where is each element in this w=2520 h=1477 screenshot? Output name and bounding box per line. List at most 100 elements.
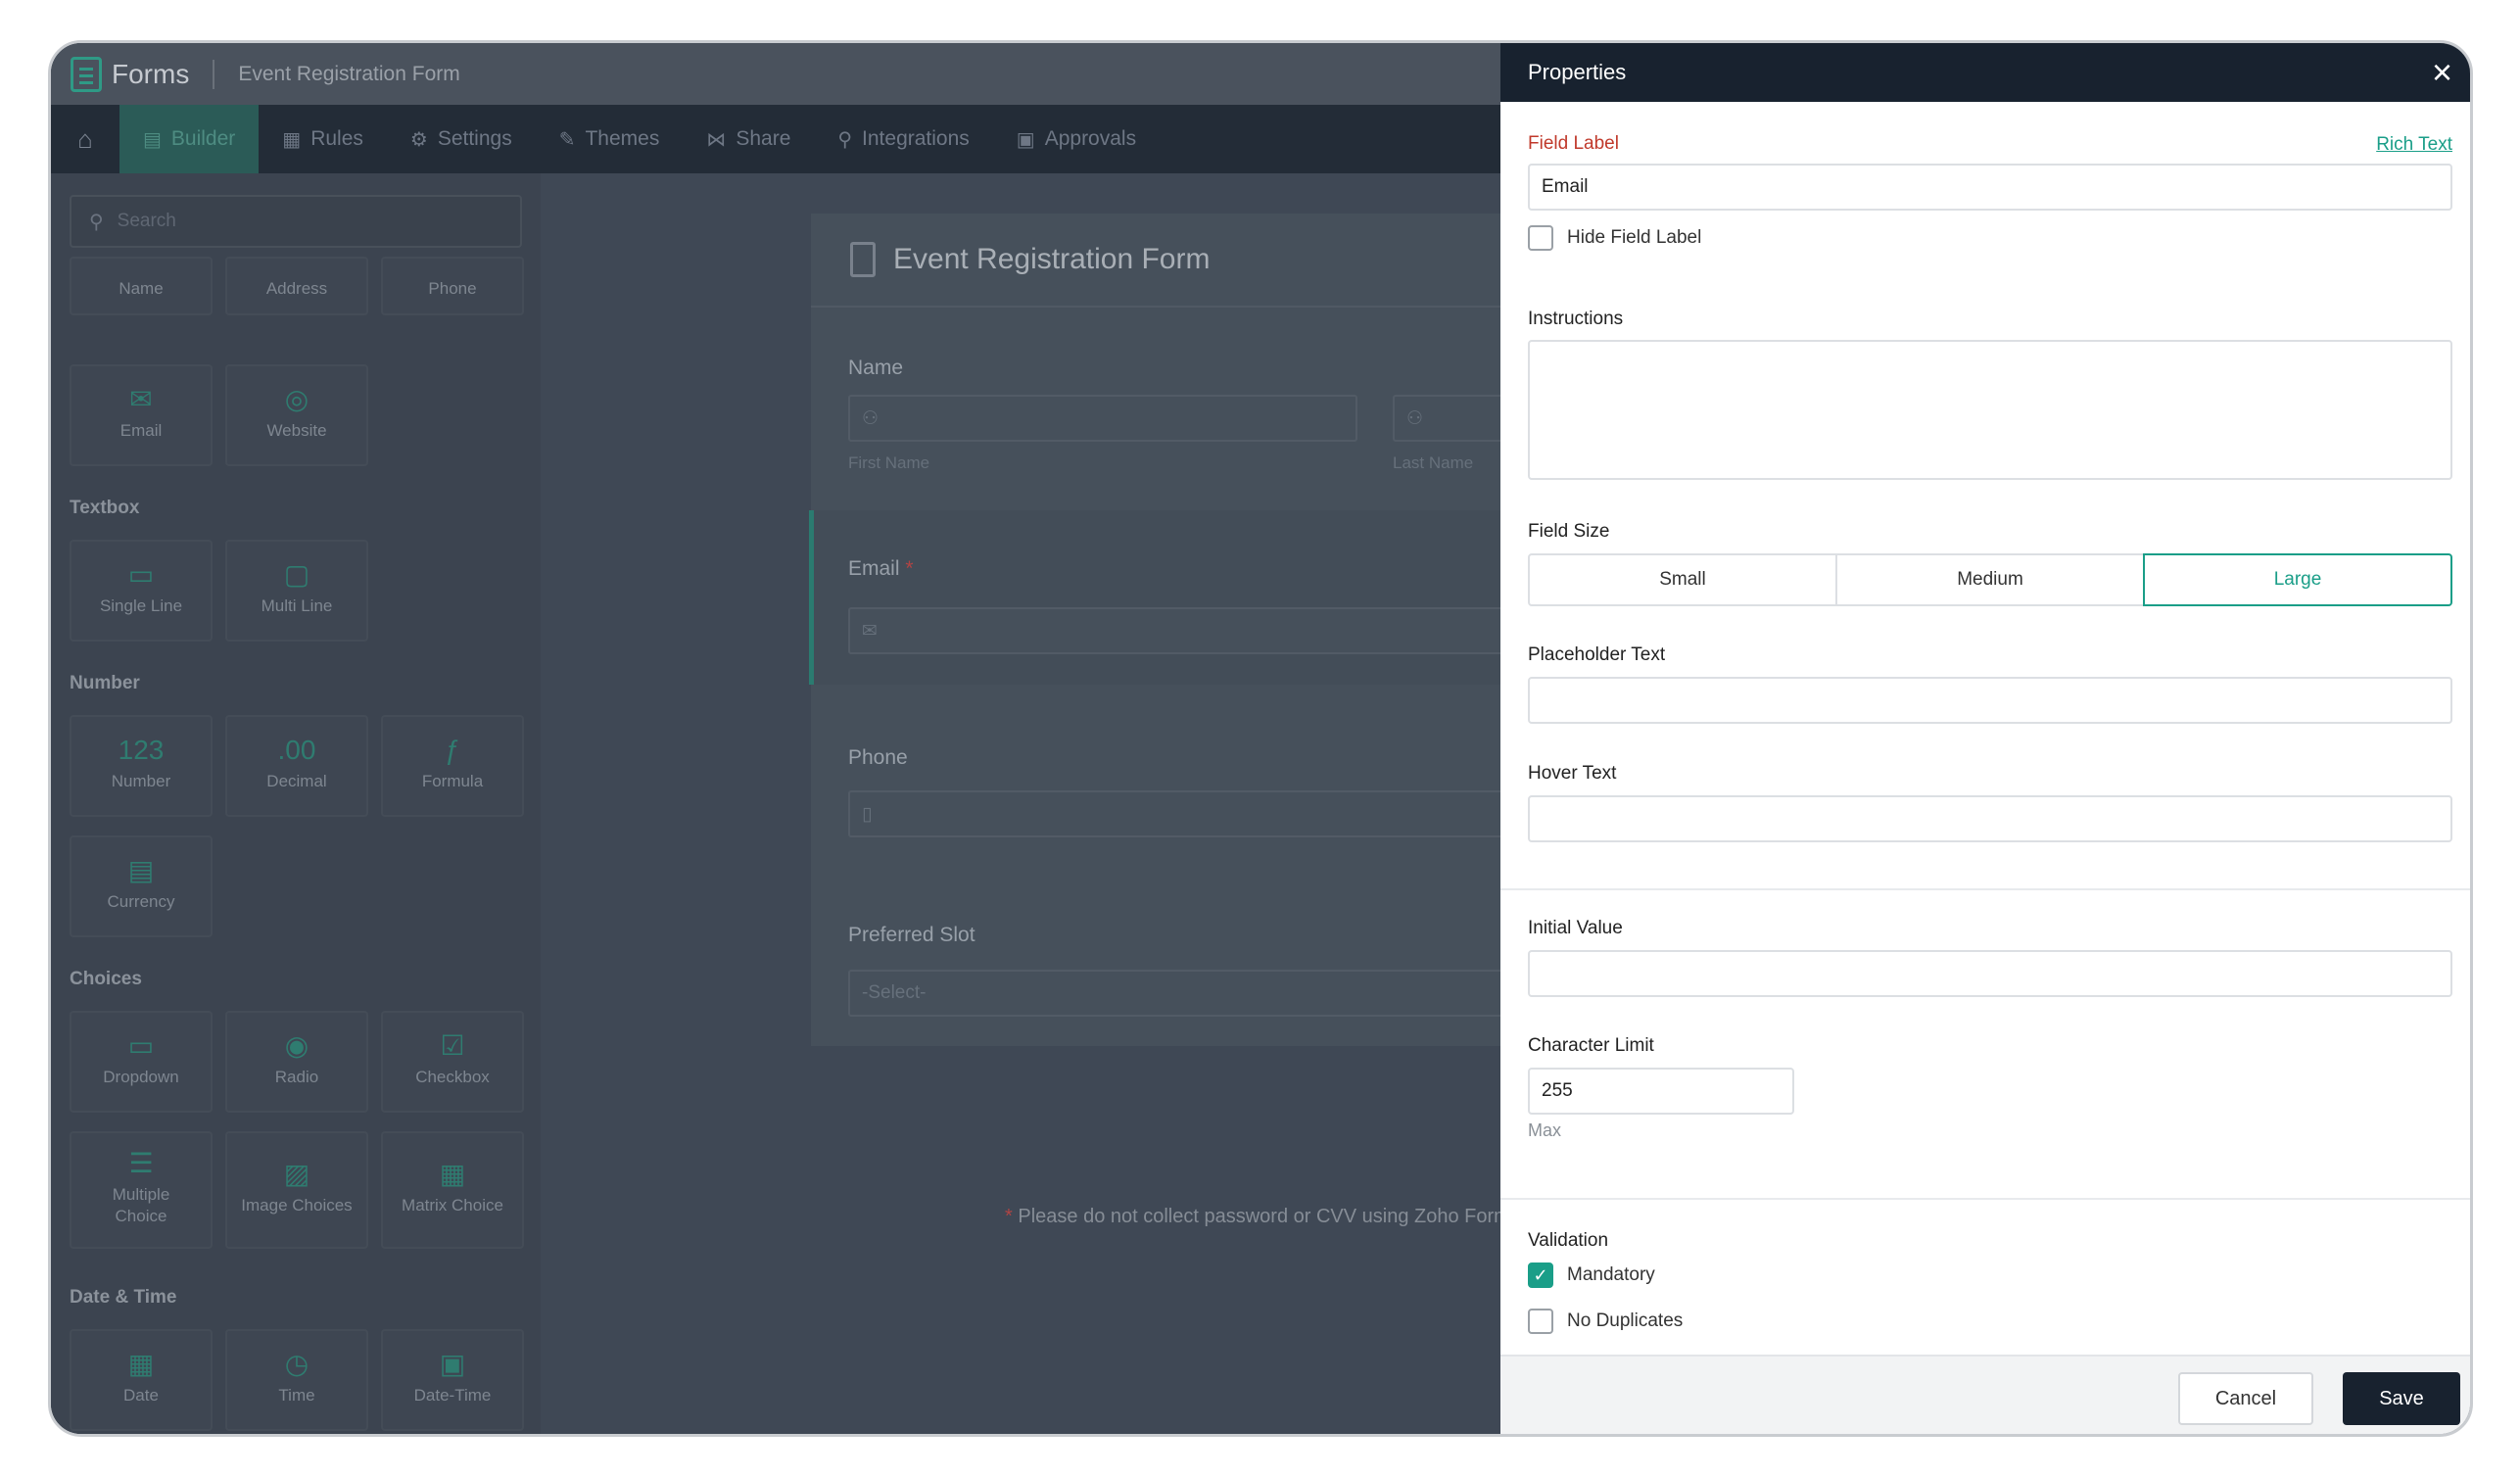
rules-icon: ▦ <box>282 128 302 151</box>
form-canvas: Event Registration Form Name ⚇ First Nam… <box>541 173 1593 1434</box>
tile-website[interactable]: ◎ Website <box>225 364 368 466</box>
calendar-icon: ▦ <box>127 1349 155 1379</box>
hover-text-heading: Hover Text <box>1528 763 1617 784</box>
hide-field-label-row[interactable]: Hide Field Label <box>1528 225 1701 251</box>
hide-field-label-text: Hide Field Label <box>1567 227 1702 248</box>
instructions-textarea[interactable] <box>1528 340 2452 480</box>
section-number: Number <box>70 673 140 693</box>
validation-heading: Validation <box>1528 1230 1609 1251</box>
phone-input[interactable]: ▯ <box>848 790 1593 837</box>
tile-number[interactable]: 123 Number <box>70 715 213 817</box>
mandatory-checkbox[interactable]: ✓ <box>1528 1263 1553 1288</box>
mandatory-row[interactable]: ✓ Mandatory <box>1528 1263 1655 1288</box>
no-duplicates-text: No Duplicates <box>1567 1310 1684 1331</box>
placeholder-text-heading: Placeholder Text <box>1528 644 1666 665</box>
required-mark: * <box>905 557 914 580</box>
calendar-clock-icon: ▣ <box>439 1349 466 1379</box>
currency-icon: ▤ <box>127 855 155 885</box>
field-palette: ⚲ Search Name Address Phone ✉ Email ◎ Webs… <box>51 173 541 1434</box>
first-name-input[interactable]: ⚇ <box>848 395 1357 442</box>
tile-single-line[interactable]: ▭ Single Line <box>70 540 213 642</box>
phone-field-label: Phone <box>848 746 908 769</box>
tile-decimal[interactable]: .00 Decimal <box>225 715 368 817</box>
section-divider <box>1500 1198 2470 1200</box>
user-icon: ⚇ <box>862 407 880 429</box>
field-label-heading: Field Label <box>1528 133 1619 154</box>
tab-integrations[interactable]: ⚲ Integrations <box>814 105 992 173</box>
tab-share[interactable]: ⋈ Share <box>683 105 814 173</box>
section-date-time: Date & Time <box>70 1287 177 1308</box>
brand[interactable]: Forms <box>71 56 189 92</box>
top-form-title[interactable]: Event Registration Form <box>238 63 459 86</box>
tile-dropdown[interactable]: ▭ Dropdown <box>70 1011 213 1113</box>
rich-text-link[interactable]: Rich Text <box>2376 134 2452 156</box>
size-medium-button[interactable]: Medium <box>1835 553 2145 606</box>
email-input[interactable]: ✉ <box>848 607 1593 654</box>
tile-address[interactable]: Address <box>225 257 368 315</box>
form-title[interactable]: Event Registration Form <box>893 243 1210 276</box>
tile-date-time[interactable]: ▣ Date-Time <box>381 1329 524 1431</box>
clock-icon: ◷ <box>284 1349 309 1379</box>
tab-rules[interactable]: ▦ Rules <box>259 105 387 173</box>
single-line-icon: ▭ <box>127 559 155 590</box>
hide-field-label-checkbox[interactable] <box>1528 225 1553 251</box>
approvals-icon: ▣ <box>1016 128 1035 151</box>
form-header: Event Registration Form <box>811 214 1559 308</box>
placeholder-text-input[interactable] <box>1528 677 2452 724</box>
tab-approvals[interactable]: ▣ Approvals <box>993 105 1160 173</box>
cancel-button[interactable]: Cancel <box>2178 1372 2313 1425</box>
tab-themes[interactable]: ✎ Themes <box>536 105 684 173</box>
image-icon: ▨ <box>283 1159 310 1189</box>
field-search[interactable]: ⚲ Search <box>70 195 522 248</box>
size-small-button[interactable]: Small <box>1528 553 1837 606</box>
save-button[interactable]: Save <box>2343 1372 2460 1425</box>
character-limit-input[interactable] <box>1528 1068 1794 1115</box>
tile-phone[interactable]: Phone <box>381 257 524 315</box>
share-icon: ⋈ <box>706 128 727 151</box>
tile-email[interactable]: ✉ Email <box>70 364 213 466</box>
initial-value-input[interactable] <box>1528 950 2452 997</box>
title-divider <box>213 59 215 89</box>
tile-image-choices[interactable]: ▨ Image Choices <box>225 1131 368 1249</box>
search-icon: ⚲ <box>89 211 104 233</box>
first-name-sublabel: First Name <box>848 453 930 472</box>
hover-text-input[interactable] <box>1528 795 2452 842</box>
max-label: Max <box>1528 1120 1562 1140</box>
tab-builder[interactable]: ▤ Builder <box>119 105 260 173</box>
tile-radio[interactable]: ◉ Radio <box>225 1011 368 1113</box>
tile-time[interactable]: ◷ Time <box>225 1329 368 1431</box>
grid-icon: ▦ <box>439 1159 466 1189</box>
section-choices: Choices <box>70 969 142 989</box>
close-icon[interactable]: × <box>2432 55 2452 90</box>
section-textbox: Textbox <box>70 498 140 518</box>
formula-icon: ƒ <box>445 735 460 765</box>
tile-multi-line[interactable]: ▢ Multi Line <box>225 540 368 642</box>
user-icon: ⚇ <box>1406 407 1424 429</box>
no-duplicates-checkbox[interactable] <box>1528 1309 1553 1334</box>
last-name-sublabel: Last Name <box>1393 453 1474 472</box>
gear-icon: ⚙ <box>409 128 428 151</box>
character-limit-heading: Character Limit <box>1528 1035 1654 1056</box>
tile-checkbox[interactable]: ☑ Checkbox <box>381 1011 524 1113</box>
mandatory-text: Mandatory <box>1567 1264 1655 1285</box>
tile-formula[interactable]: ƒ Formula <box>381 715 524 817</box>
tile-matrix-choice[interactable]: ▦ Matrix Choice <box>381 1131 524 1249</box>
preferred-slot-select[interactable]: -Select- <box>848 970 1593 1017</box>
envelope-icon: ✉ <box>129 384 153 414</box>
preferred-slot-label: Preferred Slot <box>848 924 975 946</box>
name-field-label: Name <box>848 357 904 379</box>
email-field-selected[interactable] <box>809 510 1559 685</box>
tile-date[interactable]: ▦ Date <box>70 1329 213 1431</box>
size-large-button[interactable]: Large <box>2143 553 2452 606</box>
field-label-input[interactable] <box>1528 164 2452 211</box>
no-duplicates-row[interactable]: No Duplicates <box>1528 1309 1683 1334</box>
tile-multiple-choice[interactable]: ☰ Multiple Choice <box>70 1131 213 1249</box>
forms-logo-icon <box>71 56 102 92</box>
brush-icon: ✎ <box>558 128 576 151</box>
multi-line-icon: ▢ <box>283 559 310 590</box>
password-warning-note: * Please do not collect password or CVV … <box>1005 1206 1526 1227</box>
tile-name[interactable]: Name <box>70 257 213 315</box>
home-icon[interactable]: ⌂ <box>51 105 119 173</box>
tile-currency[interactable]: ▤ Currency <box>70 835 213 937</box>
tab-settings[interactable]: ⚙ Settings <box>387 105 536 173</box>
